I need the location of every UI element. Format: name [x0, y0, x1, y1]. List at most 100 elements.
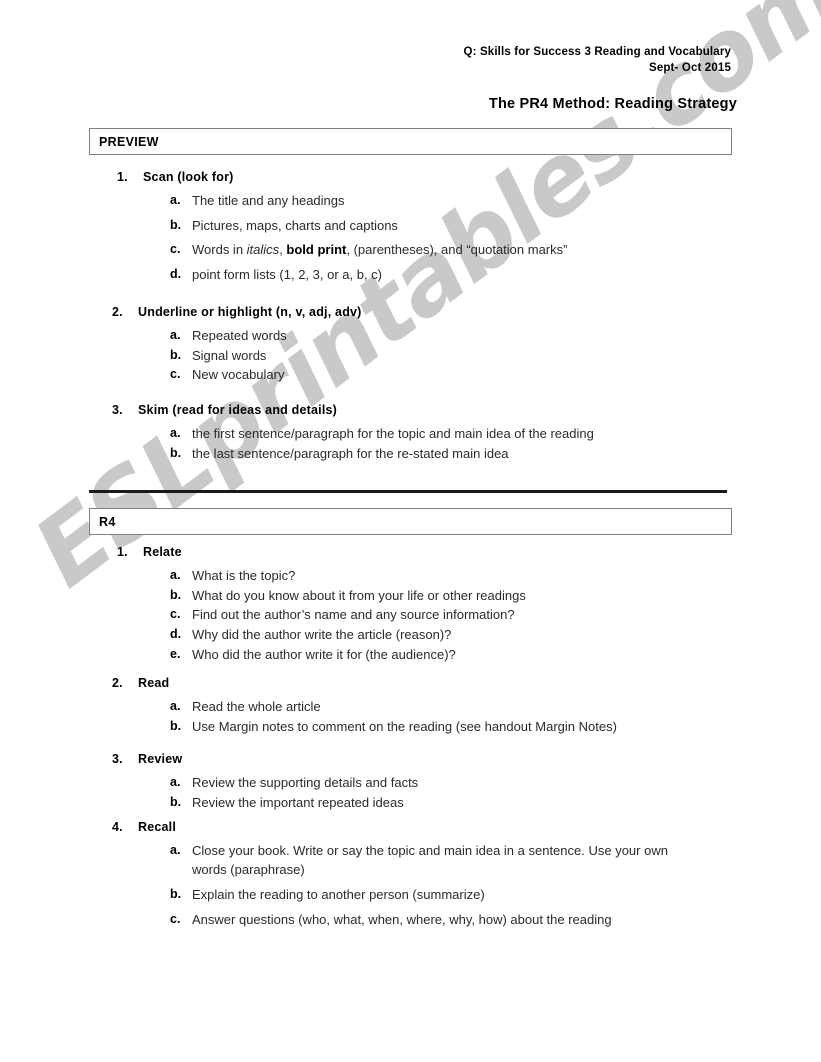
sub-item-letter: c. [170, 367, 181, 382]
sub-item-letter: d. [170, 627, 182, 642]
sub-item-text: Answer questions (who, what, when, where… [192, 911, 612, 927]
sub-item-text: Repeated words [192, 328, 287, 343]
sub-item-text: New vocabulary [192, 367, 285, 383]
sub-item-list: a. Close your book. Write or say the top… [0, 841, 821, 929]
item-title: Read [138, 676, 170, 690]
sub-item-text: Who did the author write it for (the aud… [192, 646, 456, 662]
sub-item-letter: b. [170, 587, 182, 602]
numbered-heading: 2. Underline or highlight (n, v, adj, ad… [0, 305, 821, 326]
item-title: Relate [143, 545, 182, 559]
item-number: 2. [112, 676, 123, 690]
section-divider [89, 490, 727, 493]
sub-item-letter: c. [170, 607, 181, 622]
sub-item-list: a. Repeated words b. Signal words c. New… [0, 326, 821, 385]
sub-item-letter: a. [170, 328, 181, 342]
page-title: The PR4 Method: Reading Strategy [488, 96, 737, 112]
sub-item: b. What do you know about it from your l… [0, 586, 821, 605]
item-number: 3. [112, 403, 123, 417]
sub-item-letter: a. [170, 775, 181, 789]
sub-item: a. Read the whole article [0, 697, 821, 716]
section-bar-label-r4: R4 [99, 515, 116, 529]
sub-item-text: Find out the author’s name and any sourc… [192, 607, 515, 623]
section-bar-preview: PREVIEW [89, 128, 732, 155]
sub-item-text: Words in italics, bold print, (parenthes… [192, 242, 568, 258]
numbered-heading: 1. Relate [0, 545, 821, 566]
sub-item: a. Repeated words [0, 326, 821, 345]
list-item-group-scan: 1. Scan (look for) a. The title and any … [0, 170, 821, 290]
emphasis-bold: bold print [286, 242, 347, 258]
numbered-heading: 3. Review [0, 752, 821, 773]
sub-item-text: Pictures, maps, charts and captions [192, 217, 398, 233]
sub-item-list: a. What is the topic? b. What do you kno… [0, 566, 821, 664]
item-number: 1. [117, 170, 128, 184]
list-item-group-relate: 1. Relate a. What is the topic? b. What … [0, 545, 821, 665]
sub-item-letter: b. [170, 445, 182, 460]
sub-item: b. Use Margin notes to comment on the re… [0, 717, 821, 736]
sub-item-text: the first sentence/paragraph for the top… [192, 426, 594, 441]
sub-item: a. The title and any headings [0, 191, 821, 210]
numbered-heading: 4. Recall [0, 820, 821, 841]
sub-item-text: point form lists (1, 2, 3, or a, b, c) [192, 267, 383, 283]
list-item-group-underline: 2. Underline or highlight (n, v, adj, ad… [0, 305, 821, 385]
sub-item: b. Explain the reading to another person… [0, 885, 821, 904]
sub-item-text: Close your book. Write or say the topic … [192, 843, 668, 878]
sub-item-text: Explain the reading to another person (s… [192, 886, 485, 902]
sub-item-text: Signal words [192, 347, 267, 363]
item-number: 3. [112, 752, 123, 766]
sub-item: b. Pictures, maps, charts and captions [0, 216, 821, 235]
item-title: Recall [138, 820, 177, 834]
sub-item: c. Answer questions (who, what, when, wh… [0, 910, 821, 929]
item-title: Scan (look for) [143, 170, 234, 184]
header-date: Sept- Oct 2015 [649, 62, 731, 74]
sub-item-text: Read the whole article [192, 699, 321, 714]
item-title: Underline or highlight (n, v, adj, adv) [138, 305, 362, 319]
sub-item-letter: b. [170, 718, 182, 733]
item-number: 4. [112, 820, 123, 834]
sub-item-letter: a. [170, 568, 181, 582]
sub-item-text: What do you know about it from your life… [192, 587, 526, 603]
sub-item-letter: e. [170, 646, 181, 661]
section-bar-r4: R4 [89, 508, 732, 535]
list-item-group-skim: 3. Skim (read for ideas and details) a. … [0, 403, 821, 463]
list-item-group-recall: 4. Recall a. Close your book. Write or s… [0, 820, 821, 934]
section-bar-label-preview: PREVIEW [99, 135, 159, 149]
sub-item-letter: c. [170, 911, 181, 926]
sub-item: c. New vocabulary [0, 365, 821, 384]
item-title: Skim (read for ideas and details) [138, 403, 338, 417]
sub-item-list: a. Review the supporting details and fac… [0, 773, 821, 812]
sub-item: c. Words in italics, bold print, (parent… [0, 240, 821, 259]
item-title: Review [138, 752, 183, 766]
sub-item-letter: b. [170, 217, 182, 232]
item-number: 2. [112, 305, 123, 319]
sub-item-text: Review the important repeated ideas [192, 794, 404, 810]
sub-item-letter: a. [170, 699, 181, 713]
sub-item-text: Why did the author write the article (re… [192, 627, 452, 643]
sub-item: a. the first sentence/paragraph for the … [0, 424, 821, 443]
sub-item-letter: a. [170, 426, 181, 440]
list-item-group-read: 2. Read a. Read the whole article b. Use… [0, 676, 821, 736]
sub-item-list: a. The title and any headings b. Picture… [0, 191, 821, 284]
sub-item: e. Who did the author write it for (the … [0, 645, 821, 664]
sub-item: d. point form lists (1, 2, 3, or a, b, c… [0, 265, 821, 284]
sub-item-letter: d. [170, 267, 182, 282]
sub-item: b. Signal words [0, 346, 821, 365]
numbered-heading: 1. Scan (look for) [0, 170, 821, 191]
sub-item-text: Review the supporting details and facts [192, 775, 419, 790]
sub-item: b. Review the important repeated ideas [0, 793, 821, 812]
emphasis-italics: italics [246, 242, 280, 258]
sub-item: a. Close your book. Write or say the top… [0, 841, 821, 879]
sub-item-list: a. Read the whole article b. Use Margin … [0, 697, 821, 736]
numbered-heading: 2. Read [0, 676, 821, 697]
sub-item: d. Why did the author write the article … [0, 625, 821, 644]
sub-item: a. Review the supporting details and fac… [0, 773, 821, 792]
sub-item-list: a. the first sentence/paragraph for the … [0, 424, 821, 463]
sub-item-letter: b. [170, 347, 182, 362]
sub-item-text: The title and any headings [192, 193, 345, 208]
sub-item-text: Use Margin notes to comment on the readi… [192, 718, 617, 734]
sub-item: b. the last sentence/paragraph for the r… [0, 444, 821, 463]
sub-item-text: the last sentence/paragraph for the re-s… [192, 445, 509, 461]
list-item-group-review: 3. Review a. Review the supporting detai… [0, 752, 821, 812]
header-course-title: Q: Skills for Success 3 Reading and Voca… [463, 46, 731, 58]
sub-item-letter: b. [170, 886, 182, 901]
sub-item: a. What is the topic? [0, 566, 821, 585]
